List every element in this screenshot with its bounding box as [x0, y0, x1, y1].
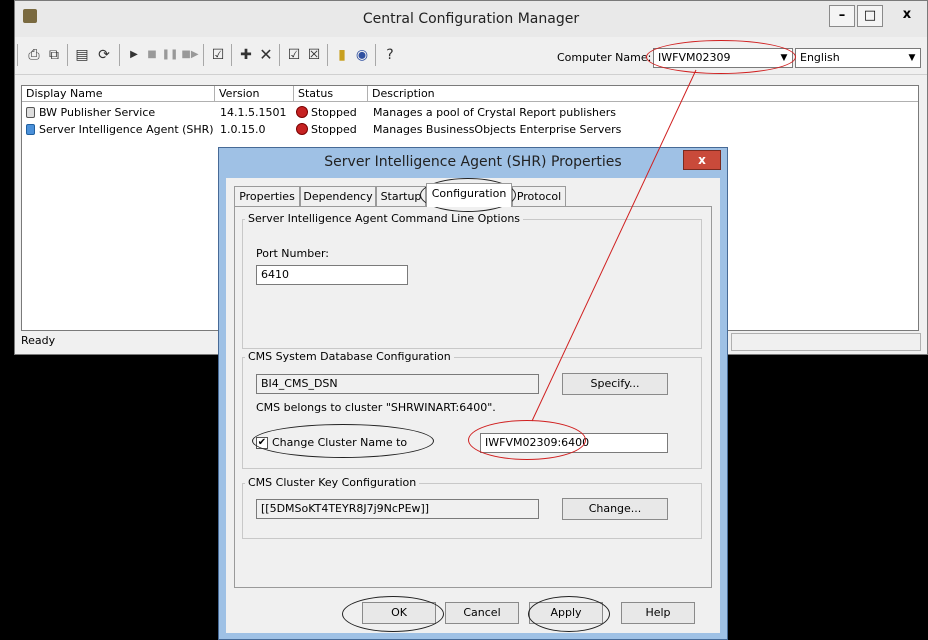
- row-version: 1.0.15.0: [220, 123, 266, 136]
- dsn-field: BI4_CMS_DSN: [256, 374, 539, 394]
- row-description: Manages a pool of Crystal Report publish…: [373, 106, 617, 119]
- apply-button[interactable]: Apply: [529, 602, 603, 624]
- toolbar-separator: [119, 44, 120, 66]
- status-pane: [731, 333, 921, 351]
- table-row[interactable]: Server Intelligence Agent (SHR) 1.0.15.0…: [22, 122, 918, 138]
- chevron-down-icon[interactable]: ▼: [776, 49, 792, 67]
- stop-icon[interactable]: ■: [143, 46, 161, 64]
- language-value: English: [800, 51, 840, 64]
- row-name: Server Intelligence Agent (SHR): [39, 123, 214, 136]
- change-cluster-checkbox[interactable]: ✔: [256, 437, 268, 449]
- add-server-icon[interactable]: ✚: [237, 46, 255, 64]
- row-name: BW Publisher Service: [39, 106, 156, 119]
- ok-button[interactable]: OK: [362, 602, 436, 624]
- column-header-version[interactable]: Version: [215, 86, 294, 102]
- row-status-cell: Stopped: [296, 122, 357, 138]
- row-status: Stopped: [311, 123, 357, 136]
- computer-name-combo[interactable]: IWFVM02309 ▼: [653, 48, 793, 68]
- toolbar-separator: [231, 44, 232, 66]
- table-row[interactable]: BW Publisher Service 14.1.5.1501 Stopped…: [22, 105, 918, 121]
- toolbar-separator: [67, 44, 68, 66]
- specify-button[interactable]: Specify...: [562, 373, 668, 395]
- tab-startup[interactable]: Startup: [376, 186, 426, 206]
- column-header-status[interactable]: Status: [294, 86, 368, 102]
- toolbar-separator: [327, 44, 328, 66]
- configuration-panel: Server Intelligence Agent Command Line O…: [234, 206, 712, 588]
- cluster-key-field: [[5DMSoKT4TEYR8J7j9NcPEw]]: [256, 499, 539, 519]
- help-icon[interactable]: ?: [381, 46, 399, 64]
- cms-database-group-title: CMS System Database Configuration: [245, 350, 454, 363]
- server-settings-icon[interactable]: ☒: [305, 46, 323, 64]
- row-version: 14.1.5.1501: [220, 106, 287, 119]
- delete-icon[interactable]: ✕: [257, 46, 275, 64]
- resume-icon[interactable]: ■▶: [181, 46, 199, 64]
- help-button[interactable]: Help: [621, 602, 695, 624]
- tab-protocol[interactable]: Protocol: [512, 186, 566, 206]
- change-button[interactable]: Change...: [562, 498, 668, 520]
- command-line-group-title: Server Intelligence Agent Command Line O…: [245, 212, 524, 225]
- cancel-button[interactable]: Cancel: [445, 602, 519, 624]
- disable-icon[interactable]: ☑: [209, 46, 227, 64]
- cluster-key-group-title: CMS Cluster Key Configuration: [245, 476, 420, 489]
- computer-name-value: IWFVM02309: [658, 51, 731, 64]
- copy-icon[interactable]: ⧉: [45, 46, 63, 64]
- database-icon[interactable]: ▮: [333, 46, 351, 64]
- column-header-display-name[interactable]: Display Name: [22, 86, 215, 102]
- database-icon: [26, 124, 35, 135]
- stopped-icon: [296, 123, 308, 135]
- computer-name-label: Computer Name:: [557, 51, 652, 64]
- metrics-icon[interactable]: ◉: [353, 46, 371, 64]
- toolbar-separator: [17, 44, 18, 66]
- status-text: Ready: [21, 334, 56, 347]
- dialog-close-button[interactable]: x: [683, 150, 721, 170]
- row-name-cell: Server Intelligence Agent (SHR): [26, 122, 214, 138]
- row-status-cell: Stopped: [296, 105, 357, 121]
- change-cluster-label[interactable]: Change Cluster Name to: [272, 436, 407, 449]
- refresh-icon[interactable]: ⟳: [95, 46, 113, 64]
- toolbar-separator: [203, 44, 204, 66]
- dialog-body: Properties Dependency Startup Configurat…: [226, 178, 720, 633]
- close-button[interactable]: x: [891, 5, 923, 27]
- pause-icon[interactable]: ❚❚: [161, 46, 179, 64]
- tab-dependency[interactable]: Dependency: [300, 186, 376, 206]
- stopped-icon: [296, 106, 308, 118]
- title-bar[interactable]: Central Configuration Manager – □ x: [15, 1, 927, 37]
- minimize-button[interactable]: –: [829, 5, 855, 27]
- window-title: Central Configuration Manager: [362, 11, 580, 27]
- properties-dialog: Server Intelligence Agent (SHR) Properti…: [218, 147, 728, 640]
- database-icon: [26, 107, 35, 118]
- maximize-button[interactable]: □: [857, 5, 883, 27]
- enable-icon[interactable]: ☑: [285, 46, 303, 64]
- cluster-info-text: CMS belongs to cluster "SHRWINART:6400".: [256, 401, 496, 414]
- dialog-title: Server Intelligence Agent (SHR) Properti…: [324, 154, 622, 170]
- column-header-description[interactable]: Description: [368, 86, 918, 102]
- port-number-label: Port Number:: [256, 247, 330, 260]
- cluster-name-input[interactable]: IWFVM02309:6400: [480, 433, 668, 453]
- toolbar: ⎙ ⧉ ▤ ⟳ ▶ ■ ❚❚ ■▶ ☑ ✚ ✕ ☑ ☒ ▮ ◉ ? Comput…: [15, 38, 927, 75]
- tab-properties[interactable]: Properties: [234, 186, 300, 206]
- language-combo[interactable]: English ▼: [795, 48, 921, 68]
- print-icon[interactable]: ⎙: [25, 46, 43, 64]
- row-status: Stopped: [311, 106, 357, 119]
- toolbar-separator: [375, 44, 376, 66]
- port-number-input[interactable]: 6410: [256, 265, 408, 285]
- toolbar-separator: [279, 44, 280, 66]
- properties-icon[interactable]: ▤: [73, 46, 91, 64]
- row-description: Manages BusinessObjects Enterprise Serve…: [373, 123, 622, 136]
- start-icon[interactable]: ▶: [125, 46, 143, 64]
- tab-configuration[interactable]: Configuration: [426, 183, 512, 207]
- row-name-cell: BW Publisher Service: [26, 105, 155, 121]
- chevron-down-icon[interactable]: ▼: [904, 49, 920, 67]
